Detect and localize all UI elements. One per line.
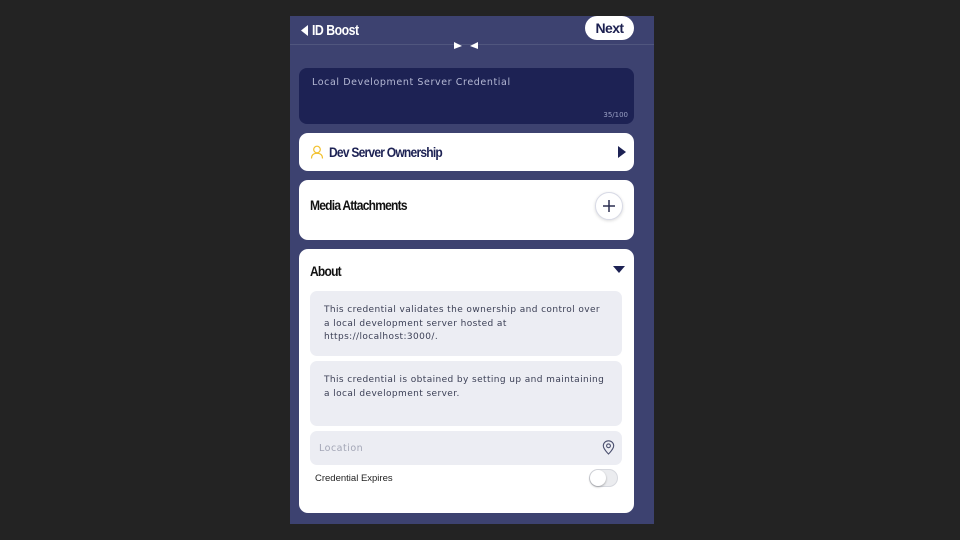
media-attachments-card: Media Attachments [299, 180, 634, 240]
back-caret-icon [301, 24, 308, 36]
credential-expires-toggle[interactable] [589, 469, 618, 487]
back-button[interactable]: ID Boost [301, 20, 369, 40]
about-label: About [310, 263, 342, 279]
decoration-fragment-icon [454, 42, 478, 49]
user-icon [310, 145, 324, 159]
toggle-knob [590, 470, 606, 486]
about-card: About This credential validates the owne… [299, 249, 634, 513]
app-screen: ID Boost Next Local Development Server C… [290, 16, 654, 524]
criteria-field[interactable]: This credential is obtained by setting u… [310, 361, 622, 426]
description-field[interactable]: This credential validates the ownership … [310, 291, 622, 356]
next-button[interactable]: Next [585, 16, 634, 40]
add-media-button[interactable] [595, 192, 623, 220]
back-label: ID Boost [312, 21, 359, 39]
credential-title-field[interactable]: Local Development Server Credential 35/1… [299, 68, 634, 124]
plus-icon [603, 200, 615, 212]
chevron-right-icon [618, 146, 626, 158]
character-counter: 35/100 [603, 111, 628, 119]
location-input[interactable] [310, 431, 622, 465]
ownership-card[interactable]: Dev Server Ownership [299, 133, 634, 171]
credential-title-value: Local Development Server Credential [312, 77, 511, 88]
ownership-label: Dev Server Ownership [329, 144, 443, 160]
credential-expires-label: Credential Expires [315, 473, 393, 484]
map-pin-icon [602, 440, 615, 455]
caret-down-icon[interactable] [613, 266, 625, 273]
media-attachments-label: Media Attachments [310, 197, 408, 213]
